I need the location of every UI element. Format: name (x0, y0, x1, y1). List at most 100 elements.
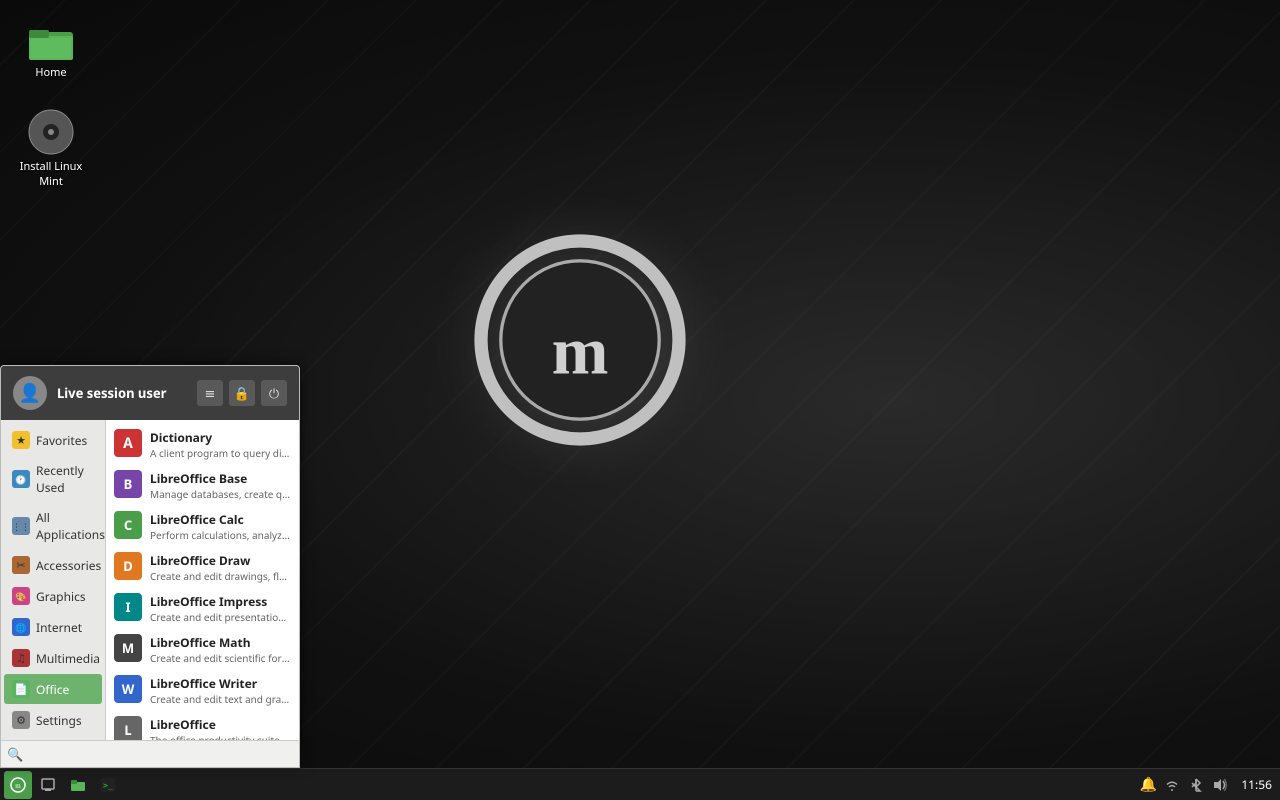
multimedia-label: Multimedia (36, 650, 100, 667)
recently-used-label: Recently Used (36, 462, 94, 496)
sidebar-item-graphics[interactable]: 🎨 Graphics (4, 581, 102, 611)
svg-text:>_: >_ (103, 781, 113, 790)
internet-icon: 🌐 (12, 618, 30, 636)
header-action-buttons: ≡ 🔒 ⏻ (197, 380, 287, 406)
sidebar-item-internet[interactable]: 🌐 Internet (4, 612, 102, 642)
libreoffice-calc-name: LibreOffice Calc (150, 511, 291, 528)
app-item-libreoffice-draw[interactable]: D LibreOffice Draw Create and edit drawi… (106, 547, 299, 588)
svg-text:m: m (15, 782, 21, 790)
power-header-button[interactable]: ⏻ (261, 380, 287, 406)
search-input[interactable] (27, 747, 293, 762)
start-menu-button[interactable]: m (4, 771, 32, 799)
sidebar-item-office[interactable]: 📄 Office (4, 674, 102, 704)
sidebar-item-system[interactable]: 🖥 System (4, 736, 102, 740)
taskbar-left: m >_ (0, 771, 122, 799)
libreoffice-math-info: LibreOffice Math Create and edit scienti… (150, 634, 291, 665)
libreoffice-writer-info: LibreOffice Writer Create and edit text … (150, 675, 291, 706)
libreoffice-draw-info: LibreOffice Draw Create and edit drawing… (150, 552, 291, 583)
accessories-label: Accessories (36, 557, 101, 574)
libreoffice-impress-desc: Create and edit presentations for slides… (150, 610, 291, 624)
all-apps-icon: ⋮⋮ (12, 517, 30, 535)
sidebar-item-favorites[interactable]: ★ Favorites (4, 425, 102, 455)
libreoffice-calc-icon: C (114, 511, 142, 539)
all-apps-label: All Applications (36, 509, 105, 543)
app-item-dictionary[interactable]: A Dictionary A client program to query d… (106, 424, 299, 465)
dictionary-name: Dictionary (150, 429, 291, 446)
sidebar-item-accessories[interactable]: ✂ Accessories (4, 550, 102, 580)
dictionary-icon: A (114, 429, 142, 457)
graphics-icon: 🎨 (12, 587, 30, 605)
libreoffice-impress-info: LibreOffice Impress Create and edit pres… (150, 593, 291, 624)
libreoffice-calc-desc: Perform calculations, analyze informati.… (150, 528, 291, 542)
multimedia-icon: ♫ (12, 649, 30, 667)
files-taskbar-button[interactable] (64, 771, 92, 799)
taskbar-right: 🔔 (1139, 776, 1280, 794)
svg-text:m: m (552, 312, 609, 388)
volume-icon[interactable] (1211, 776, 1229, 794)
mint-logo: m (460, 220, 700, 460)
install-mint-label: Install LinuxMint (20, 160, 83, 189)
lock-header-button[interactable]: 🔒 (229, 380, 255, 406)
libreoffice-impress-icon: I (114, 593, 142, 621)
libreoffice-draw-icon: D (114, 552, 142, 580)
files-header-button[interactable]: ≡ (197, 380, 223, 406)
desktop-icon-install-mint[interactable]: Install LinuxMint (15, 104, 87, 193)
sidebar-item-settings[interactable]: ⚙ Settings (4, 705, 102, 735)
app-item-libreoffice-impress[interactable]: I LibreOffice Impress Create and edit pr… (106, 588, 299, 629)
taskbar-time: 11:56 (1235, 776, 1272, 793)
start-menu: 👤 Live session user ≡ 🔒 ⏻ ★ Favorites 🕐 … (0, 365, 300, 768)
office-label: Office (36, 681, 69, 698)
home-icon-label: Home (35, 66, 66, 80)
app-item-libreoffice-calc[interactable]: C LibreOffice Calc Perform calculations,… (106, 506, 299, 547)
libreoffice-writer-desc: Create and edit text and graphics in let… (150, 692, 291, 706)
settings-label: Settings (36, 712, 82, 729)
libreoffice-base-icon: B (114, 470, 142, 498)
show-desktop-button[interactable] (34, 771, 62, 799)
user-avatar: 👤 (13, 376, 47, 410)
install-mint-icon (27, 108, 75, 156)
favorites-label: Favorites (36, 432, 87, 449)
notification-bell-icon[interactable]: 🔔 (1139, 776, 1157, 794)
app-list: A Dictionary A client program to query d… (106, 420, 299, 740)
sidebar-item-multimedia[interactable]: ♫ Multimedia (4, 643, 102, 673)
office-icon: 📄 (12, 680, 30, 698)
sidebar-item-all-applications[interactable]: ⋮⋮ All Applications (4, 503, 102, 549)
user-name: Live session user (57, 384, 187, 402)
libreoffice-draw-name: LibreOffice Draw (150, 552, 291, 569)
libreoffice-base-info: LibreOffice Base Manage databases, creat… (150, 470, 291, 501)
terminal-taskbar-button[interactable]: >_ (94, 771, 122, 799)
network-icon[interactable] (1163, 776, 1181, 794)
libreoffice-calc-info: LibreOffice Calc Perform calculations, a… (150, 511, 291, 542)
libreoffice-base-name: LibreOffice Base (150, 470, 291, 487)
menu-sidebar: ★ Favorites 🕐 Recently Used ⋮⋮ All Appli… (1, 420, 106, 740)
libreoffice-writer-name: LibreOffice Writer (150, 675, 291, 692)
app-item-libreoffice-writer[interactable]: W LibreOffice Writer Create and edit tex… (106, 670, 299, 711)
app-item-libreoffice-math[interactable]: M LibreOffice Math Create and edit scien… (106, 629, 299, 670)
app-item-libreoffice-base[interactable]: B LibreOffice Base Manage databases, cre… (106, 465, 299, 506)
home-folder-icon (27, 14, 75, 62)
libreoffice-desc: The office productivity suite compatible… (150, 733, 291, 740)
menu-header: 👤 Live session user ≡ 🔒 ⏻ (1, 366, 299, 420)
search-icon: 🔍 (7, 745, 23, 763)
app-item-libreoffice[interactable]: L LibreOffice The office productivity su… (106, 711, 299, 740)
libreoffice-draw-desc: Create and edit drawings, flow charts an… (150, 569, 291, 583)
internet-label: Internet (36, 619, 82, 636)
desktop: m Home (0, 0, 1280, 800)
libreoffice-math-icon: M (114, 634, 142, 662)
libreoffice-name: LibreOffice (150, 716, 291, 733)
desktop-icon-home[interactable]: Home (15, 10, 87, 84)
settings-icon: ⚙ (12, 711, 30, 729)
dictionary-info: Dictionary A client program to query dif… (150, 429, 291, 460)
libreoffice-writer-icon: W (114, 675, 142, 703)
graphics-label: Graphics (36, 588, 86, 605)
bluetooth-icon[interactable] (1187, 776, 1205, 794)
search-bar: 🔍 (1, 740, 299, 767)
favorites-icon: ★ (12, 431, 30, 449)
libreoffice-math-name: LibreOffice Math (150, 634, 291, 651)
menu-body: ★ Favorites 🕐 Recently Used ⋮⋮ All Appli… (1, 420, 299, 740)
libreoffice-info: LibreOffice The office productivity suit… (150, 716, 291, 740)
sidebar-item-recently-used[interactable]: 🕐 Recently Used (4, 456, 102, 502)
accessories-icon: ✂ (12, 556, 30, 574)
recently-used-icon: 🕐 (12, 470, 30, 488)
taskbar: m >_ � (0, 768, 1280, 800)
